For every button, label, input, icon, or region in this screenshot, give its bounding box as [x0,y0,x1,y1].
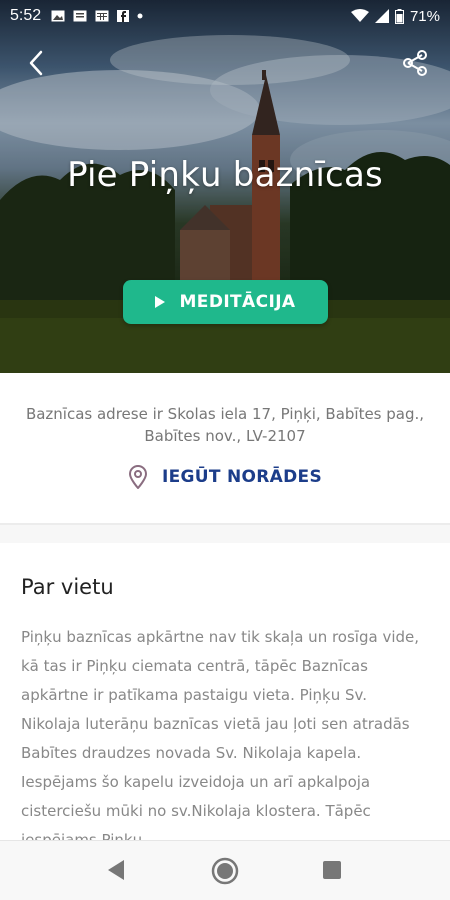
location-pin-icon [128,465,147,489]
share-button[interactable] [400,48,430,78]
screen: 5:52 71% Pie Piņķu baznīcas MEDITĀCIJA B… [0,0,450,900]
image-icon [51,10,65,22]
back-button[interactable] [22,48,52,78]
meditation-button[interactable]: MEDITĀCIJA [123,280,328,324]
page-title: Pie Piņķu baznīcas [67,155,383,195]
message-icon [73,10,87,22]
share-icon [403,50,427,76]
signal-icon [374,9,389,23]
address-text: Baznīcas adrese ir Skolas iela 17, Piņķi… [25,405,425,445]
play-icon [155,296,166,308]
nav-home-icon[interactable] [211,857,239,885]
chevron-left-icon [29,50,43,76]
get-directions-link[interactable]: IEGŪT NORĀDES [0,465,450,489]
about-body: Piņķu baznīcas apkārtne nav tik skaļa un… [21,628,420,840]
system-nav-bar [0,840,450,900]
about-section: Par vietu Piņķu baznīcas apkārtne nav ti… [0,543,450,840]
hero-image: 5:52 71% Pie Piņķu baznīcas MEDITĀCIJA [0,0,450,373]
section-divider [0,525,450,543]
get-directions-label: IEGŪT NORĀDES [161,467,322,487]
battery-percent: 71% [409,7,440,25]
nav-recents-icon[interactable] [323,861,341,879]
facebook-icon [117,10,130,22]
about-heading: Par vietu [21,575,114,599]
nav-back-icon[interactable] [106,859,126,881]
status-time: 5:52 [10,7,42,24]
meditation-button-label: MEDITĀCIJA [179,292,296,312]
address-section: Baznīcas adrese ir Skolas iela 17, Piņķi… [0,373,450,525]
battery-icon [394,8,404,24]
wifi-icon [350,9,369,22]
status-bar: 5:52 71% [0,0,450,32]
calendar-icon [95,10,109,22]
dot-icon [137,13,143,19]
